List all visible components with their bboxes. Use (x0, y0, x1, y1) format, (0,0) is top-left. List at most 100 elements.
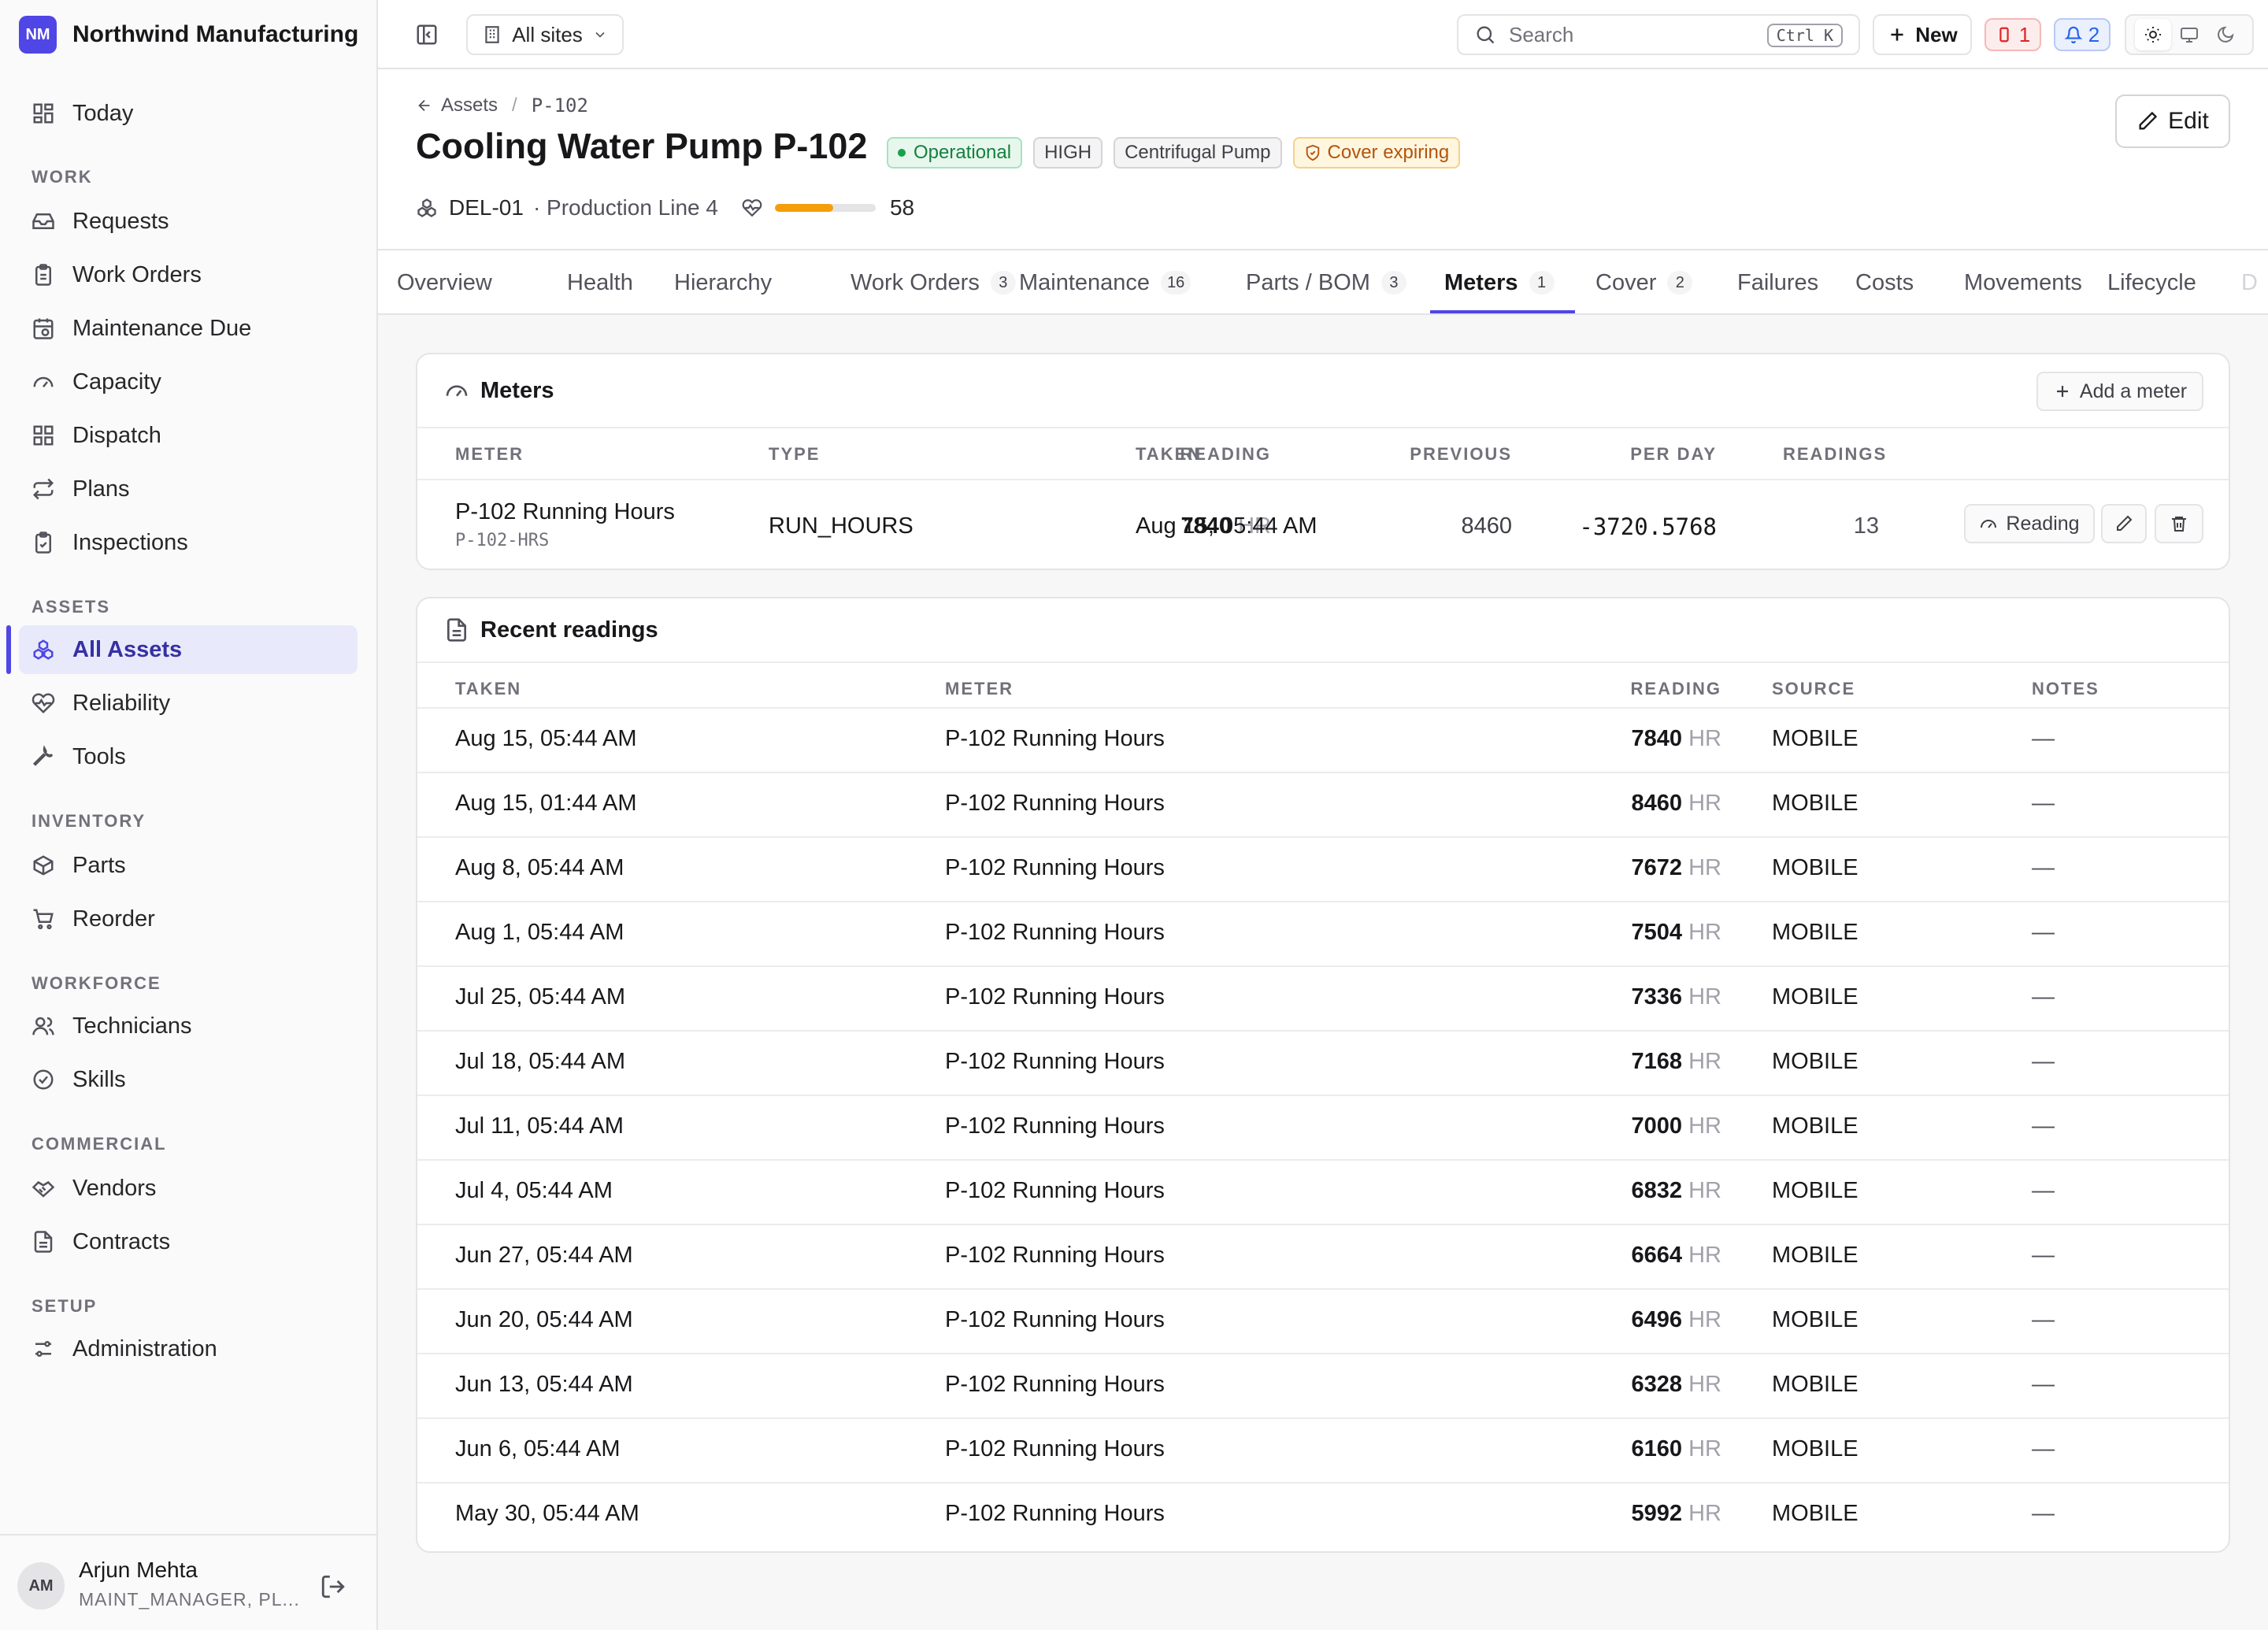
sidebar-item-inspections[interactable]: Inspections (19, 518, 358, 567)
badge-check-icon (32, 1068, 55, 1091)
delete-meter-button[interactable] (2155, 504, 2203, 543)
recent-readings-header: Recent readings (417, 598, 2229, 663)
sidebar: NM Northwind Manufacturing Today WORK Re… (0, 0, 378, 1630)
reading-value: 6832 HR (1631, 1178, 1721, 1203)
avatar[interactable]: AM (17, 1562, 65, 1610)
sidebar-item-work-orders[interactable]: Work Orders (19, 250, 358, 299)
divider (417, 1482, 2229, 1484)
search-placeholder: Search (1509, 22, 1574, 46)
sliders-icon (32, 1337, 55, 1361)
package-icon (32, 854, 55, 877)
arrow-left-icon[interactable] (416, 97, 433, 114)
user-panel: AM Arjun Mehta MAINT_MANAGER, PL... (0, 1534, 376, 1630)
divider (417, 1095, 2229, 1096)
sidebar-item-contracts[interactable]: Contracts (19, 1217, 358, 1266)
boxes-icon (32, 638, 55, 661)
sidebar-item-skills[interactable]: Skills (19, 1055, 358, 1104)
users-icon (32, 1014, 55, 1038)
sidebar-item-label: Reliability (72, 690, 171, 716)
reading-notes: — (2032, 791, 2055, 816)
sidebar-item-today[interactable]: Today (19, 89, 358, 138)
moon-icon (2218, 26, 2234, 43)
meter-name[interactable]: P-102 Running Hours (455, 499, 675, 525)
tab-meters[interactable]: Meters 1 (1444, 250, 1555, 313)
sidebar-item-label: Administration (72, 1335, 217, 1361)
sidebar-item-requests[interactable]: Requests (19, 197, 358, 246)
sidebar-item-dispatch[interactable]: Dispatch (19, 411, 358, 460)
brand[interactable]: NM Northwind Manufacturing (19, 16, 358, 54)
sidebar-item-capacity[interactable]: Capacity (19, 357, 358, 406)
tab-label: Parts / BOM (1246, 269, 1370, 295)
tab-hierarchy[interactable]: Hierarchy (674, 250, 772, 313)
tab-cover[interactable]: Cover 2 (1595, 250, 1693, 313)
sidebar-item-label: Skills (72, 1066, 126, 1092)
search-input[interactable]: Search Ctrl K (1457, 14, 1860, 55)
criticality-badge: HIGH (1033, 137, 1103, 169)
health-bar-fill (774, 204, 834, 212)
tab-maintenance[interactable]: Maintenance 16 (1019, 250, 1191, 313)
site-selector[interactable]: All sites (466, 14, 624, 55)
sidebar-item-administration[interactable]: Administration (19, 1324, 358, 1373)
tab-movements[interactable]: Movements (1964, 250, 2082, 313)
divider (417, 836, 2229, 838)
sidebar-item-maintenance-due[interactable]: Maintenance Due (19, 304, 358, 353)
recent-readings-title: Recent readings (480, 617, 658, 643)
reading-source: MOBILE (1772, 1372, 1858, 1397)
brand-name: Northwind Manufacturing (72, 21, 359, 47)
asset-subline: DEL-01 · Production Line 4 58 (416, 195, 914, 220)
add-meter-button[interactable]: Add a meter (2036, 372, 2203, 411)
logout-icon[interactable] (320, 1573, 346, 1600)
reading-notes: — (2032, 1307, 2055, 1332)
tab-parts-bom[interactable]: Parts / BOM 3 (1246, 250, 1406, 313)
reading-meter: P-102 Running Hours (945, 920, 1165, 945)
theme-dark-button[interactable] (2207, 19, 2244, 50)
sidebar-item-label: Plans (72, 476, 130, 502)
breadcrumb-assets-link[interactable]: Assets (441, 94, 498, 117)
asset-badges: Operational HIGH Centrifugal Pump Cover … (887, 137, 1471, 169)
meter-code: P-102-HRS (455, 531, 550, 550)
divider (417, 1417, 2229, 1419)
sidebar-item-label: Dispatch (72, 422, 161, 448)
tab-label: Meters (1444, 269, 1518, 295)
sidebar-item-tools[interactable]: Tools (19, 732, 358, 781)
site-code: DEL-01 (449, 195, 524, 220)
tab-d[interactable]: D (2241, 250, 2258, 313)
tab-health[interactable]: Health (567, 250, 633, 313)
column-header-previous: PREVIOUS (1410, 444, 1512, 464)
edit-button[interactable]: Edit (2115, 94, 2230, 148)
sidebar-item-reorder[interactable]: Reorder (19, 895, 358, 943)
tab-failures[interactable]: Failures (1737, 250, 1818, 313)
sidebar-item-all-assets[interactable]: All Assets (19, 625, 358, 674)
heart-pulse-icon (742, 199, 762, 217)
meter-previous: 8460 (1461, 513, 1512, 539)
cover-badge[interactable]: Cover expiring (1292, 137, 1461, 169)
sidebar-item-label: Today (72, 100, 134, 126)
new-button[interactable]: New (1873, 14, 1972, 55)
tab-lifecycle[interactable]: Lifecycle (2107, 250, 2196, 313)
user-role: MAINT_MANAGER, PL... (79, 1589, 300, 1610)
edit-meter-button[interactable] (2101, 504, 2147, 543)
sidebar-toggle-button[interactable] (406, 14, 447, 55)
alerts-button[interactable]: 1 (1984, 18, 2041, 51)
tab-count-badge: 16 (1161, 271, 1191, 295)
sidebar-item-technicians[interactable]: Technicians (19, 1002, 358, 1050)
tab-costs[interactable]: Costs (1855, 250, 1914, 313)
reading-notes: — (2032, 984, 2055, 1009)
sidebar-item-plans[interactable]: Plans (19, 465, 358, 513)
sidebar-item-parts[interactable]: Parts (19, 841, 358, 890)
wrench-icon (32, 745, 55, 769)
status-dot (898, 149, 906, 157)
tab-work-orders[interactable]: Work Orders 3 (850, 250, 1016, 313)
reading-notes: — (2032, 1243, 2055, 1268)
sidebar-item-vendors[interactable]: Vendors (19, 1164, 358, 1213)
sidebar-item-reliability[interactable]: Reliability (19, 679, 358, 728)
sidebar-item-label: Maintenance Due (72, 315, 252, 341)
dashboard-icon (32, 102, 55, 125)
theme-light-button[interactable] (2135, 19, 2171, 50)
notifications-button[interactable]: 2 (2054, 18, 2110, 51)
tab-overview[interactable]: Overview (397, 250, 492, 313)
theme-system-button[interactable] (2171, 19, 2207, 50)
add-reading-button[interactable]: Reading (1964, 504, 2095, 543)
reading-value: 6160 HR (1631, 1436, 1721, 1461)
meters-card-header: Meters (417, 354, 2229, 428)
